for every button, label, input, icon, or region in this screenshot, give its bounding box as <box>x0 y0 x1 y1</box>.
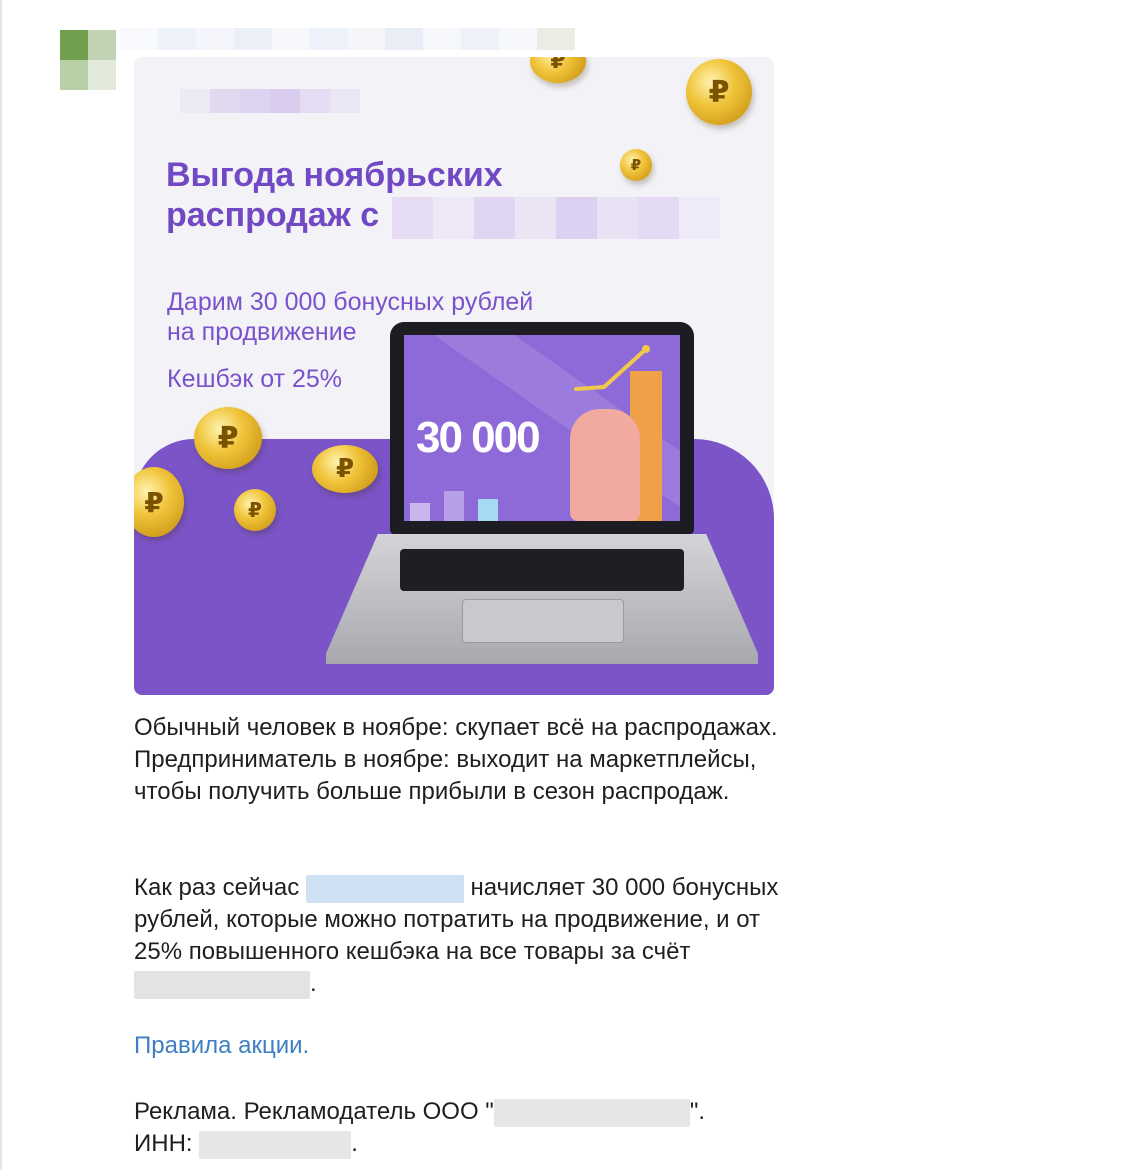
offer-line-1: Дарим 30 000 бонусных рублей <box>167 288 534 316</box>
brand-logo-blurred <box>180 89 360 113</box>
author-avatar-blurred[interactable] <box>60 30 116 90</box>
author-name-blurred[interactable] <box>120 28 576 50</box>
inn-suffix: . <box>351 1130 358 1157</box>
inn-number-blurred <box>199 1130 352 1159</box>
coin-icon: ₽ <box>194 407 262 469</box>
ad-disclaimer: Реклама. Рекламодатель ООО " ". ИНН: . <box>134 1096 794 1160</box>
cashback-text: Кешбэк от 25% <box>167 365 342 393</box>
rules-link[interactable]: Правила акции. <box>134 1032 309 1060</box>
advertiser-name-blurred <box>493 1098 690 1127</box>
screen-bar <box>478 499 498 521</box>
inn-prefix: ИНН: <box>134 1130 200 1157</box>
coin-icon: ₽ <box>620 149 652 181</box>
ad-prefix: Реклама. Рекламодатель ООО " <box>134 1098 494 1125</box>
laptop-touchpad <box>462 599 624 643</box>
post-paragraph-1: Обычный человек в ноябре: скупает всё на… <box>134 714 778 805</box>
screen-bar <box>444 491 464 521</box>
headline-line-2: распродаж с <box>166 196 380 234</box>
laptop-keyboard <box>400 549 684 591</box>
offer-line-2: на продвижение <box>167 318 357 346</box>
laptop-screen: 30 000 <box>404 335 680 521</box>
coin-icon: ₽ <box>312 445 378 493</box>
headline-brand-blurred <box>392 197 720 239</box>
hand-illustration <box>570 409 640 521</box>
post-paragraph-2: Как раз сейчас начисляет 30 000 бонусных… <box>134 872 794 1000</box>
coin-icon: ₽ <box>686 59 752 125</box>
headline-line-1: Выгода ноябрьских <box>166 156 503 194</box>
ad-suffix: ". <box>689 1098 705 1125</box>
paragraph-2-end: . <box>310 970 317 997</box>
promo-banner-image[interactable]: Выгода ноябрьских распродаж с Дарим 30 0… <box>134 57 774 695</box>
trend-arrow-icon <box>574 345 650 391</box>
paragraph-2-part-1: Как раз сейчас <box>134 874 306 901</box>
screen-bonus-number: 30 000 <box>416 413 541 462</box>
coin-icon: ₽ <box>530 57 586 83</box>
feed-left-border <box>0 0 2 1170</box>
company-name-blurred <box>134 970 310 999</box>
brand-name-blurred <box>305 874 464 903</box>
coin-icon: ₽ <box>234 489 276 531</box>
screen-bar <box>410 503 430 521</box>
laptop-icon: 30 000 <box>390 322 694 534</box>
